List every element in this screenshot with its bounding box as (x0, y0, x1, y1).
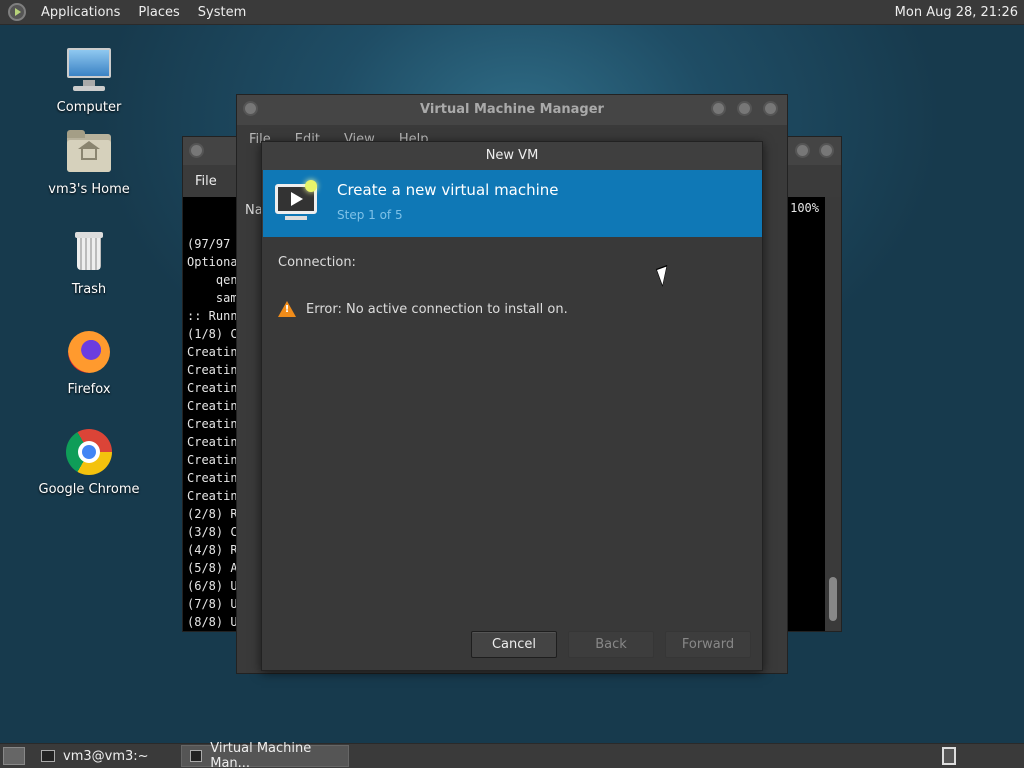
trash-icon (65, 228, 113, 276)
cancel-button[interactable]: Cancel (471, 631, 557, 658)
desktop-icon-label: Firefox (67, 382, 111, 397)
window-menu-icon[interactable] (243, 101, 258, 116)
taskbar-item-label: vm3@vm3:~ (63, 748, 149, 764)
desktop-icon-label: Google Chrome (38, 482, 140, 497)
taskbar-item-vmm[interactable]: Virtual Machine Man... (180, 741, 349, 768)
maximize-icon[interactable] (737, 101, 752, 116)
terminal-menu-file[interactable]: File (195, 174, 217, 189)
desktop-icon-computer[interactable]: Computer (34, 46, 144, 115)
desktop-icon-chrome[interactable]: Google Chrome (34, 428, 144, 497)
clock[interactable]: Mon Aug 28, 21:26 (895, 5, 1024, 20)
banner-title: Create a new virtual machine (337, 181, 559, 199)
menu-applications[interactable]: Applications (32, 5, 129, 20)
vmm-icon (189, 750, 203, 762)
terminal-percent: 100% (790, 201, 819, 215)
distro-logo-icon[interactable] (8, 3, 26, 21)
firefox-icon (65, 328, 113, 376)
maximize-icon[interactable] (795, 143, 810, 158)
desktop-icon-label: Trash (71, 282, 107, 297)
desktop-icon-trash[interactable]: Trash (34, 228, 144, 297)
menu-system[interactable]: System (189, 5, 255, 20)
forward-button[interactable]: Forward (665, 631, 751, 658)
close-icon[interactable] (763, 101, 778, 116)
window-menu-icon[interactable] (189, 143, 204, 158)
desktop-icon-label: vm3's Home (48, 182, 130, 197)
new-vm-dialog[interactable]: New VM Create a new virtual machine Step… (261, 141, 763, 671)
error-text: Error: No active connection to install o… (306, 301, 568, 317)
new-vm-banner: Create a new virtual machine Step 1 of 5 (263, 170, 762, 237)
home-folder-icon (65, 128, 113, 176)
warning-icon: ! (278, 301, 296, 317)
taskbar-item-label: Virtual Machine Man... (210, 741, 312, 768)
connection-label: Connection: (278, 255, 356, 270)
desktop-icon-label: Computer (56, 100, 122, 115)
error-message: ! Error: No active connection to install… (278, 301, 568, 317)
banner-step: Step 1 of 5 (337, 208, 403, 222)
menu-places[interactable]: Places (129, 5, 188, 20)
computer-icon (65, 46, 113, 94)
terminal-scrollbar[interactable] (825, 197, 841, 631)
chrome-icon (65, 428, 113, 476)
workspace-switcher-icon[interactable] (942, 747, 956, 765)
vmm-titlebar[interactable]: Virtual Machine Manager (237, 95, 787, 125)
vmm-title: Virtual Machine Manager (420, 102, 604, 117)
terminal-icon (41, 750, 55, 762)
top-panel: Applications Places System Mon Aug 28, 2… (0, 0, 1024, 25)
taskbar-item-terminal[interactable]: vm3@vm3:~ (33, 745, 157, 767)
desktop-icon-firefox[interactable]: Firefox (34, 328, 144, 397)
back-button[interactable]: Back (568, 631, 654, 658)
close-icon[interactable] (819, 143, 834, 158)
show-desktop-icon[interactable] (3, 747, 25, 765)
new-vm-icon (275, 180, 319, 222)
new-vm-titlebar[interactable]: New VM (262, 142, 762, 170)
desktop-icon-home[interactable]: vm3's Home (34, 128, 144, 197)
minimize-icon[interactable] (711, 101, 726, 116)
scrollbar-thumb[interactable] (829, 577, 837, 621)
bottom-panel: vm3@vm3:~ Virtual Machine Man... (0, 741, 1024, 768)
